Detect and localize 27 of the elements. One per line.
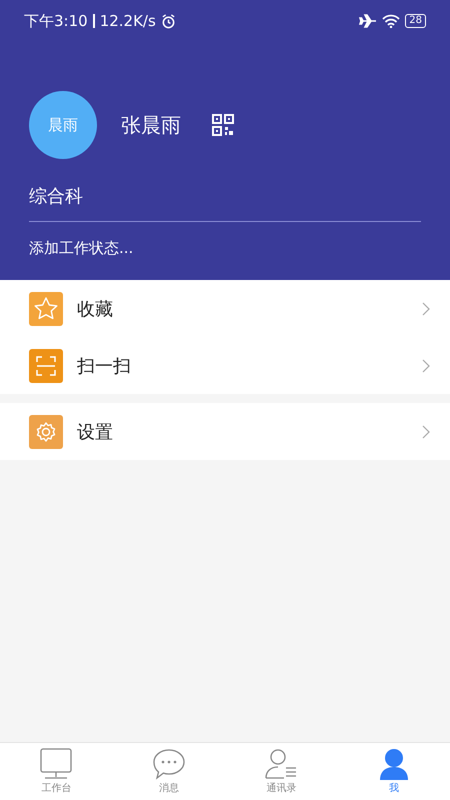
chevron-icon	[422, 302, 430, 316]
gear-icon	[29, 414, 63, 448]
chevron-icon	[422, 424, 430, 438]
nav-tab[interactable]: 我	[338, 743, 450, 800]
airplane-icon	[359, 14, 378, 28]
status-separator	[92, 14, 95, 28]
chat-icon	[152, 748, 186, 780]
nav-tab[interactable]: 通讯录	[225, 743, 338, 800]
work-status-field[interactable]: 添加工作状态...	[29, 239, 421, 258]
nav-tab[interactable]: 工作台	[0, 743, 112, 800]
menu-item[interactable]: 设置	[0, 403, 450, 460]
battery-level: 28	[405, 14, 426, 28]
monitor-icon	[39, 748, 74, 780]
qr-code-icon[interactable]	[212, 114, 234, 136]
person-icon	[264, 748, 298, 780]
scan-icon	[29, 348, 63, 382]
avatar[interactable]: 晨雨	[29, 91, 97, 159]
menu-item[interactable]: 扫一扫	[0, 337, 450, 394]
user-name: 张晨雨	[121, 112, 181, 138]
network-speed: 12.2K/s	[100, 12, 156, 30]
wifi-icon	[382, 14, 400, 28]
menu-item[interactable]: 收藏	[0, 280, 450, 337]
alarm-icon	[160, 14, 176, 28]
nav-tab[interactable]: 消息	[112, 743, 225, 800]
status-time: 下午3:10	[24, 12, 88, 30]
department: 综合科	[29, 185, 84, 208]
chevron-icon	[422, 358, 430, 372]
